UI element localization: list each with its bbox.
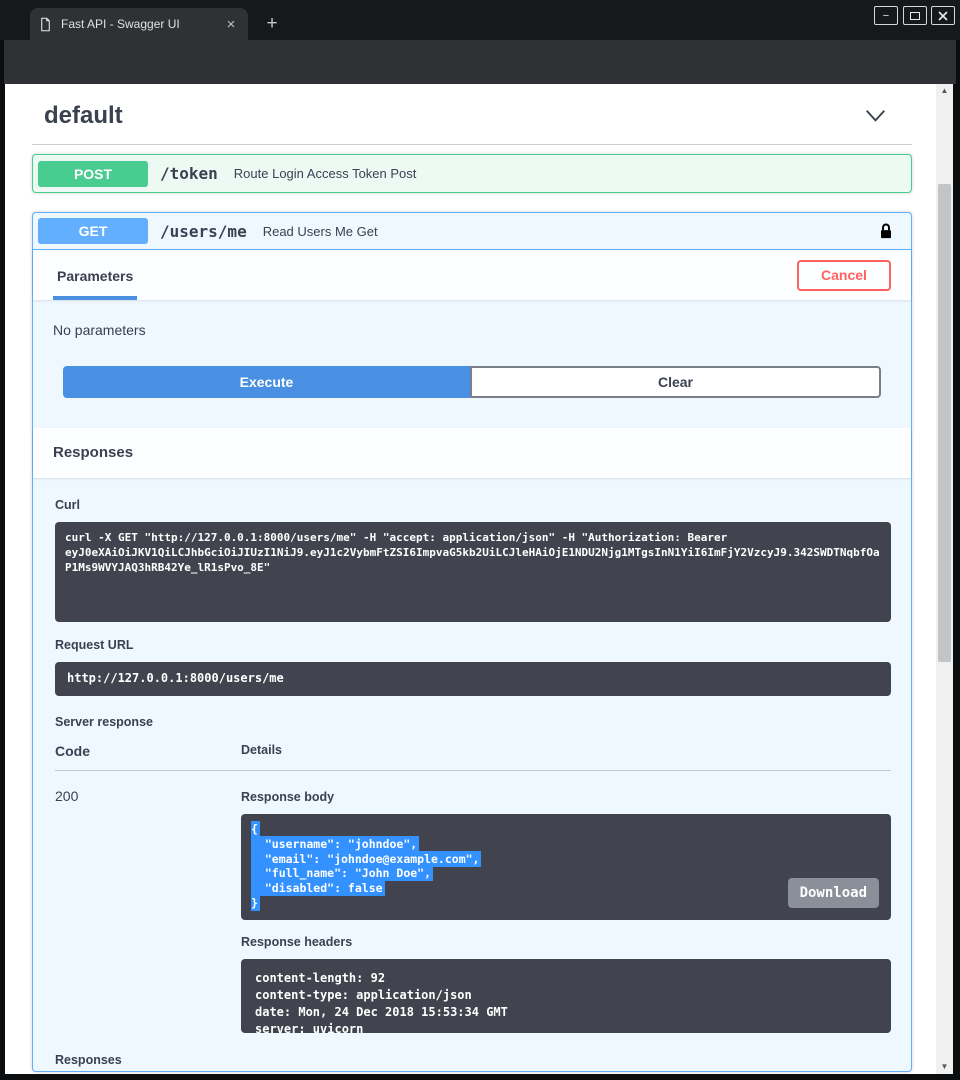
response-body-line: { — [251, 822, 881, 837]
document-icon — [38, 17, 53, 32]
scroll-up-icon[interactable]: ▲ — [936, 84, 953, 98]
status-code: 200 — [55, 788, 241, 1033]
browser-toolbar: 127.0.0.1:8000/docs ⋮ — [4, 40, 956, 84]
response-headers-block: content-length: 92 content-type: applica… — [241, 959, 891, 1033]
maximize-icon[interactable] — [903, 6, 927, 25]
tag-title: default — [44, 102, 123, 130]
response-header-line: content-type: application/json — [255, 987, 877, 1004]
window-titlebar: Fast API - Swagger UI × + − — [0, 0, 960, 40]
response-headers-label: Response headers — [241, 935, 891, 949]
scroll-down-icon[interactable]: ▼ — [936, 1060, 953, 1074]
opblock-get-users-me: GET /users/me Read Users Me Get Paramete… — [32, 212, 912, 1072]
response-body-block[interactable]: { "username": "johndoe", "email": "johnd… — [241, 814, 891, 920]
parameters-body: No parameters — [33, 300, 911, 338]
page-content: default POST /token Route Login Access T… — [5, 84, 936, 1074]
responses-title: Responses — [53, 444, 133, 461]
tab-parameters[interactable]: Parameters — [53, 250, 137, 300]
minimize-icon[interactable]: − — [874, 6, 898, 25]
get-method-badge: GET — [38, 218, 148, 244]
response-header-line: server: uvicorn — [255, 1021, 877, 1038]
post-token-summary[interactable]: POST /token Route Login Access Token Pos… — [33, 155, 911, 192]
request-url-label: Request URL — [55, 638, 891, 652]
response-body-line: "full_name": "John Doe", — [251, 866, 881, 881]
server-response-table-header: Code Details — [55, 743, 891, 771]
response-body-line: } — [251, 896, 881, 911]
tab-title: Fast API - Swagger UI — [61, 17, 222, 31]
responses-section-header: Responses — [33, 428, 911, 478]
details-column-header: Details — [241, 743, 891, 759]
new-tab-icon[interactable]: + — [260, 12, 284, 36]
response-body-line: "username": "johndoe", — [251, 837, 881, 852]
tag-section-header[interactable]: default — [32, 94, 912, 145]
browser-tab[interactable]: Fast API - Swagger UI × — [30, 8, 248, 40]
parameters-section-header: Parameters Cancel — [33, 250, 911, 300]
download-button[interactable]: Download — [788, 878, 879, 908]
response-body-line: "email": "johndoe@example.com", — [251, 852, 881, 867]
server-response-row: 200 Response body { "username": "johndoe… — [55, 771, 891, 1033]
post-path: /token — [160, 164, 218, 183]
server-response-label: Server response — [55, 715, 891, 729]
no-parameters-text: No parameters — [53, 322, 146, 338]
curl-command[interactable]: curl -X GET "http://127.0.0.1:8000/users… — [55, 522, 891, 622]
get-path: /users/me — [160, 222, 247, 241]
execute-button[interactable]: Execute — [63, 366, 470, 398]
response-header-line: content-length: 92 — [255, 970, 877, 987]
responses-inner: Curl curl -X GET "http://127.0.0.1:8000/… — [33, 478, 911, 1074]
response-body-line: "disabled": false — [251, 881, 881, 896]
response-header-line: date: Mon, 24 Dec 2018 15:53:34 GMT — [255, 1004, 877, 1021]
scrollbar-thumb[interactable] — [938, 184, 951, 662]
response-body-label: Response body — [241, 790, 891, 804]
close-window-icon[interactable] — [931, 6, 955, 25]
maximize-square — [910, 12, 920, 20]
post-summary-text: Route Login Access Token Post — [234, 166, 417, 181]
request-url-value: http://127.0.0.1:8000/users/me — [55, 662, 891, 696]
get-summary-text: Read Users Me Get — [263, 224, 378, 239]
cancel-button[interactable]: Cancel — [797, 260, 891, 291]
curl-label: Curl — [55, 498, 891, 512]
get-users-me-summary[interactable]: GET /users/me Read Users Me Get — [33, 213, 911, 250]
execute-wrapper: Execute Clear — [33, 338, 911, 428]
clear-button[interactable]: Clear — [470, 366, 881, 398]
scrollbar[interactable]: ▲ ▼ — [936, 84, 953, 1074]
documented-responses-label: Responses — [55, 1053, 891, 1067]
chevron-down-icon[interactable] — [865, 109, 886, 123]
opblock-post-token: POST /token Route Login Access Token Pos… — [32, 154, 912, 193]
lock-icon[interactable] — [878, 222, 894, 241]
tab-close-icon[interactable]: × — [222, 15, 240, 33]
code-column-header: Code — [55, 743, 241, 759]
post-method-badge: POST — [38, 161, 148, 187]
